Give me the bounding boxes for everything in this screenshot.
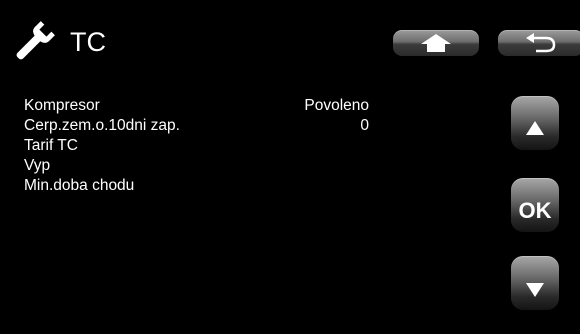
wrench-icon — [16, 21, 55, 60]
page-title: TC — [70, 27, 106, 57]
scroll-down-button[interactable] — [511, 256, 559, 310]
menu-item-tarif-tc[interactable]: Tarif TC — [24, 136, 369, 156]
menu-item-kompresor[interactable]: Kompresor Povoleno — [24, 96, 369, 116]
menu-item-label: Tarif TC — [24, 137, 78, 154]
menu-item-cerp-zem[interactable]: Cerp.zem.o.10dni zap. 0 — [24, 116, 369, 136]
triangle-up-icon — [526, 121, 544, 135]
scroll-up-button[interactable] — [511, 96, 559, 150]
menu-item-label: Min.doba chodu — [24, 177, 135, 194]
home-icon — [421, 34, 451, 52]
back-arrow-icon — [526, 33, 556, 53]
menu-item-label: Kompresor — [24, 97, 100, 114]
menu-item-label: Cerp.zem.o.10dni zap. — [24, 117, 180, 134]
triangle-down-icon — [526, 283, 544, 297]
menu-item-label: Vyp — [24, 157, 51, 174]
home-button[interactable] — [393, 30, 479, 56]
menu-item-vyp[interactable]: Vyp — [24, 156, 369, 176]
ok-button[interactable]: OK — [511, 178, 559, 232]
menu-item-value: 0 — [360, 117, 369, 134]
settings-menu: Kompresor Povoleno Cerp.zem.o.10dni zap.… — [24, 96, 369, 196]
menu-item-min-doba-chodu[interactable]: Min.doba chodu — [24, 176, 369, 196]
ok-label: OK — [518, 198, 552, 223]
back-button[interactable] — [498, 30, 580, 56]
menu-item-value: Povoleno — [304, 97, 369, 114]
